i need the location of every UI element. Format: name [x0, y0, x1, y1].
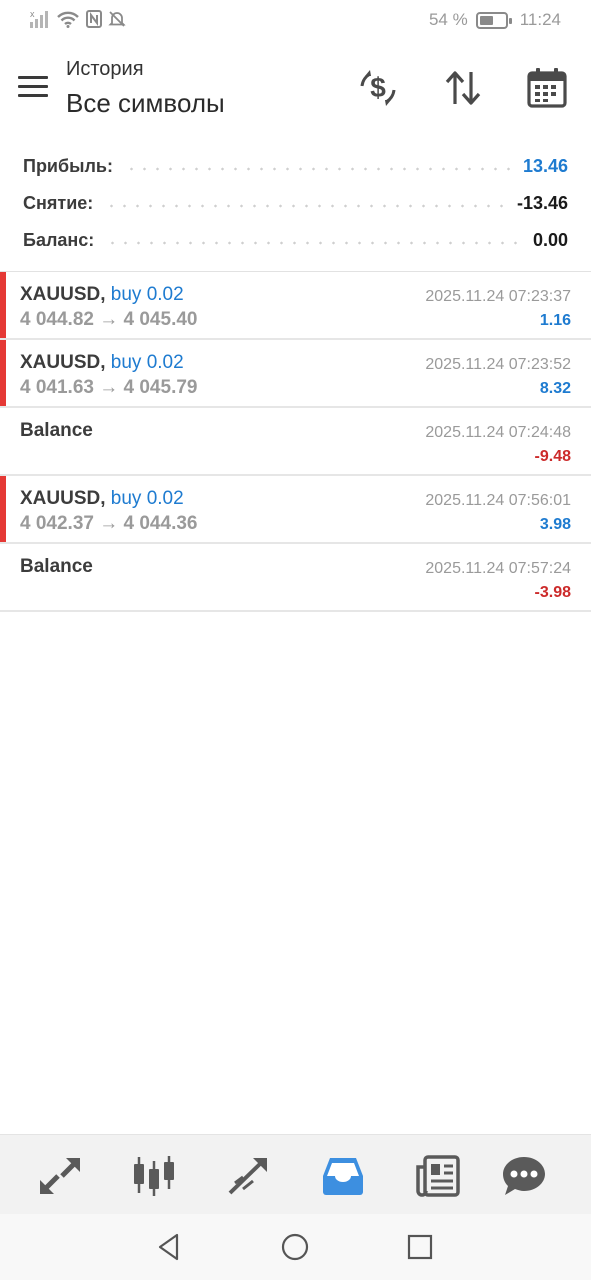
chat-icon[interactable]	[501, 1153, 547, 1199]
deal-time: 2025.11.24 07:23:37	[425, 288, 571, 305]
summary-value: -13.46	[516, 193, 568, 213]
deal-profit: 3.98	[539, 516, 571, 533]
status-icons: x	[30, 10, 126, 28]
deal-title: XAUUSD, buy 0.02	[20, 284, 184, 306]
deal-time: 2025.11.24 07:23:52	[425, 356, 571, 373]
battery-icon	[475, 11, 512, 29]
deal-profit: 1.16	[539, 312, 571, 329]
history-list: XAUUSD, buy 0.02 4 044.82 → 4 045.40 2025.…	[0, 271, 591, 612]
clock: 11:24	[519, 10, 561, 29]
mute-icon	[108, 11, 126, 27]
deal-title: XAUUSD, buy 0.02	[20, 352, 184, 374]
quotes-icon[interactable]	[37, 1153, 83, 1199]
bottom-navigation	[0, 1134, 591, 1214]
system-navigation-bar	[0, 1214, 591, 1280]
summary-panel: Прибыль: 13.46 Снятие: -13.46 Баланс: 0.00	[0, 148, 591, 259]
buy-marker	[0, 340, 6, 406]
deal-prices: 4 041.63 → 4 045.79	[20, 377, 198, 398]
sort-icon[interactable]	[441, 66, 485, 110]
signal-icon: x	[30, 10, 48, 28]
svg-text:$: $	[370, 72, 386, 103]
app-header: История Все символы $	[0, 50, 591, 136]
deal-row[interactable]: XAUUSD, buy 0.02 4 041.63 → 4 045.79 2025.…	[0, 340, 591, 408]
history-icon[interactable]	[320, 1153, 366, 1199]
dotted-leader	[106, 240, 521, 245]
deal-profit: 8.32	[539, 380, 571, 397]
page-title: История	[66, 58, 144, 80]
menu-icon[interactable]	[18, 76, 48, 98]
dotted-leader	[124, 166, 511, 171]
deal-time: 2025.11.24 07:56:01	[425, 492, 571, 509]
deal-row[interactable]: Balance 2025.11.24 07:57:24 -3.98	[0, 544, 591, 612]
status-right: 54 % 11:24	[429, 10, 561, 30]
deal-row[interactable]: XAUUSD, buy 0.02 4 044.82 → 4 045.40 2025.…	[0, 272, 591, 340]
battery-percent: 54 %	[428, 10, 468, 29]
wifi-icon	[57, 11, 79, 28]
deal-type: buy 0.02	[110, 284, 184, 305]
deal-symbol: Balance	[20, 556, 93, 577]
nfc-icon	[86, 10, 102, 28]
deal-symbol: Balance	[20, 420, 93, 441]
symbol-filter[interactable]: Все символы	[66, 88, 225, 119]
buy-marker	[0, 272, 6, 338]
summary-row: Баланс: 0.00	[0, 222, 591, 259]
deal-title: Balance	[20, 556, 93, 578]
summary-row: Снятие: -13.46	[0, 185, 591, 222]
deal-type: buy 0.02	[110, 488, 184, 509]
currency-exchange-icon[interactable]: $	[356, 66, 400, 110]
recents-icon[interactable]	[402, 1230, 438, 1264]
trade-icon[interactable]	[226, 1153, 272, 1199]
chart-icon[interactable]	[131, 1153, 177, 1199]
deal-symbol: XAUUSD,	[20, 488, 106, 509]
deal-symbol: XAUUSD,	[20, 284, 106, 305]
deal-symbol: XAUUSD,	[20, 352, 106, 373]
deal-row[interactable]: Balance 2025.11.24 07:24:48 -9.48	[0, 408, 591, 476]
buy-marker	[0, 476, 6, 542]
deal-prices: 4 044.82 → 4 045.40	[20, 309, 198, 330]
deal-profit: -3.98	[534, 584, 571, 601]
summary-label: Баланс:	[23, 230, 95, 250]
calendar-icon[interactable]	[525, 66, 569, 110]
deal-type: buy 0.02	[110, 352, 184, 373]
svg-text:x: x	[30, 10, 35, 19]
deal-title: Balance	[20, 420, 93, 442]
summary-label: Снятие:	[23, 193, 94, 213]
dotted-leader	[105, 203, 505, 208]
deal-row[interactable]: XAUUSD, buy 0.02 4 042.37 → 4 044.36 2025.…	[0, 476, 591, 544]
deal-time: 2025.11.24 07:57:24	[425, 560, 571, 577]
summary-value: 0.00	[532, 230, 568, 250]
summary-label: Прибыль:	[23, 156, 113, 176]
deal-title: XAUUSD, buy 0.02	[20, 488, 184, 510]
news-icon[interactable]	[415, 1153, 461, 1199]
deal-time: 2025.11.24 07:24:48	[425, 424, 571, 441]
home-icon[interactable]	[277, 1230, 313, 1264]
deal-prices: 4 042.37 → 4 044.36	[20, 513, 198, 534]
deal-profit: -9.48	[534, 448, 571, 465]
summary-value: 13.46	[522, 156, 568, 176]
status-bar: x 54 % 11:24	[0, 0, 591, 44]
back-icon[interactable]	[151, 1230, 187, 1264]
summary-row: Прибыль: 13.46	[0, 148, 591, 185]
